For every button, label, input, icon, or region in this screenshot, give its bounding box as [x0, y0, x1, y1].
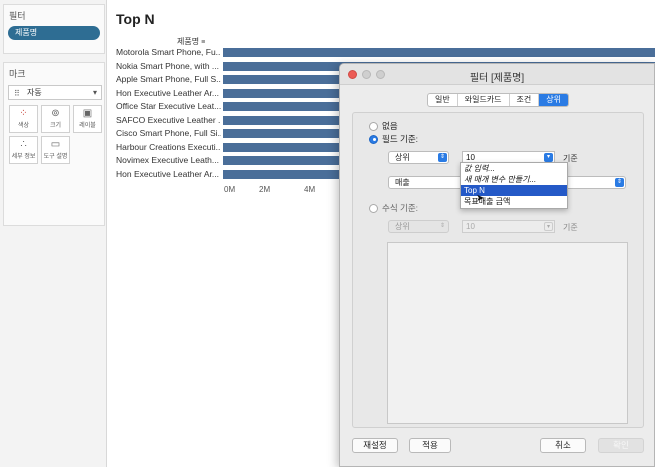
- tab-condition[interactable]: 조건: [510, 94, 540, 106]
- formula-direction-select[interactable]: 상위 ⇕: [388, 220, 449, 233]
- dialog-tabs: 일반 와일드카드 조건 상위: [427, 93, 570, 107]
- row-label[interactable]: Apple Smart Phone, Full S...: [116, 74, 221, 84]
- apply-button[interactable]: 적용: [409, 438, 451, 453]
- row-label[interactable]: Cisco Smart Phone, Full Si...: [116, 128, 221, 138]
- chevron-down-icon[interactable]: ▾: [544, 153, 553, 162]
- formula-by-label: 기준: [563, 223, 578, 232]
- radio-by-formula[interactable]: [369, 203, 378, 213]
- dialog-title: 필터 [제품명]: [469, 73, 525, 84]
- dropdown-item-create-parameter[interactable]: 새 매개 변수 만들기...: [461, 174, 567, 185]
- option-none-label: 없음: [382, 121, 398, 131]
- field-direction-select[interactable]: 상위 ⇕: [388, 151, 449, 164]
- dropdown-item-enter-value[interactable]: 값 입력...: [461, 163, 567, 174]
- up-down-icon: ⇕: [439, 223, 446, 229]
- axis-tick: 2M: [259, 185, 271, 194]
- axis-tick: 4M: [304, 185, 316, 194]
- field-measure-value: 매출: [395, 178, 410, 187]
- ok-button[interactable]: 확인: [598, 438, 644, 453]
- radio-by-field[interactable]: [369, 134, 378, 144]
- option-by-formula-label: 수식 기준:: [382, 203, 419, 213]
- tab-wildcard[interactable]: 와일드카드: [458, 94, 510, 106]
- up-down-icon: ⇕: [438, 153, 447, 162]
- field-direction-value: 상위: [395, 153, 410, 162]
- row-label[interactable]: Novimex Executive Leath...: [116, 155, 221, 165]
- row-label[interactable]: Motorola Smart Phone, Fu...: [116, 47, 221, 57]
- option-by-formula[interactable]: 수식 기준:: [369, 202, 418, 214]
- tab-content: 없음 필드 기준: 상위 ⇕ 10 ▾ 기준 매출 ⇕ 수식 기준: 상위 ⇕ …: [352, 112, 644, 428]
- formula-direction-value: 상위: [395, 222, 410, 231]
- formula-editor[interactable]: [387, 242, 628, 424]
- field-count-value: 10: [466, 153, 475, 162]
- formula-count-combo[interactable]: 10 ▾: [462, 220, 555, 233]
- up-down-icon: ⇕: [615, 178, 624, 187]
- row-label[interactable]: Nokia Smart Phone, with ...: [116, 61, 221, 71]
- tab-general[interactable]: 일반: [428, 94, 458, 106]
- tab-top[interactable]: 상위: [539, 94, 569, 106]
- radio-none[interactable]: [369, 121, 378, 131]
- axis-tick: 0M: [224, 185, 236, 194]
- row-label[interactable]: Harbour Creations Executi...: [116, 142, 221, 152]
- option-none[interactable]: 없음: [369, 120, 398, 132]
- row-label[interactable]: Hon Executive Leather Ar...: [116, 169, 221, 179]
- option-by-field-label: 필드 기준:: [382, 134, 419, 144]
- row-label[interactable]: SAFCO Executive Leather ...: [116, 115, 221, 125]
- row-label[interactable]: Office Star Executive Leat...: [116, 101, 221, 111]
- option-by-field[interactable]: 필드 기준:: [369, 133, 418, 145]
- filter-dialog: 필터 [제품명] 일반 와일드카드 조건 상위 없음 필드 기준: 상위 ⇕ 1…: [339, 63, 655, 467]
- cancel-button[interactable]: 취소: [540, 438, 586, 453]
- row-label[interactable]: Hon Executive Leather Ar...: [116, 88, 221, 98]
- mouse-pointer-icon: ➤: [476, 193, 485, 204]
- reset-button[interactable]: 재설정: [352, 438, 398, 453]
- bar[interactable]: [223, 48, 655, 57]
- chevron-down-icon[interactable]: ▾: [544, 222, 553, 231]
- dialog-titlebar[interactable]: 필터 [제품명]: [340, 64, 654, 85]
- formula-count-value: 10: [466, 222, 475, 231]
